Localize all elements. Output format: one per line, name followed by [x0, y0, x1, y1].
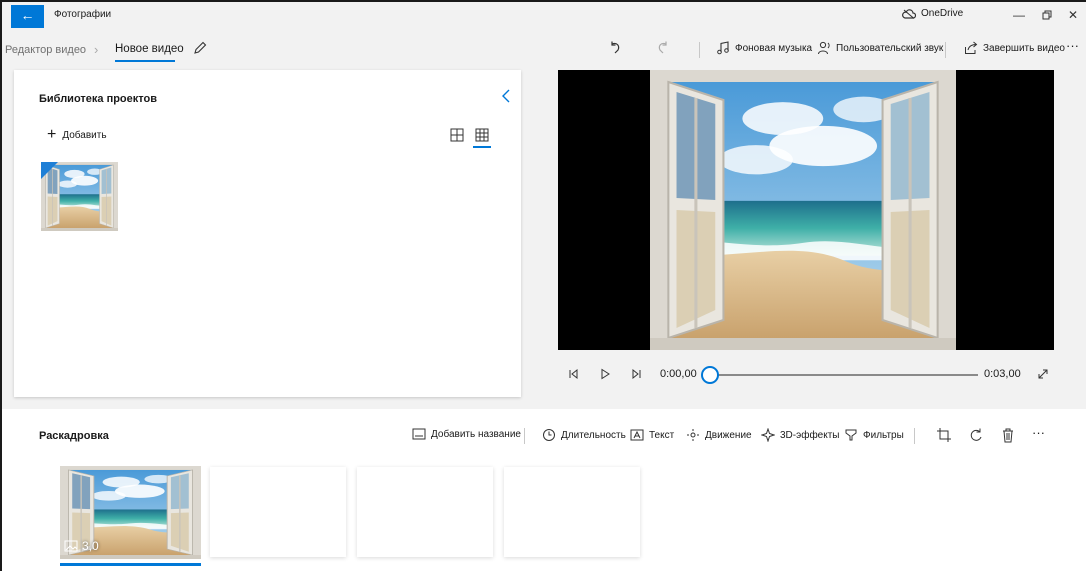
- add-title-card-button[interactable]: Добавить название: [412, 428, 521, 440]
- rotate-icon[interactable]: [968, 427, 984, 443]
- step-back-icon[interactable]: [566, 367, 580, 381]
- seek-thumb[interactable]: [701, 366, 719, 384]
- title-bar: ← Фотографии OneDrive — ✕: [2, 2, 1086, 28]
- music-note-icon: [717, 41, 729, 55]
- app-title: Фотографии: [54, 9, 112, 20]
- 3d-effects-icon: [761, 428, 775, 442]
- custom-audio-icon: [818, 41, 830, 55]
- add-media-label: Добавить: [62, 129, 107, 141]
- more-options-icon[interactable]: ···: [1066, 38, 1079, 53]
- current-time: 0:00,00: [660, 368, 697, 380]
- share-export-icon: [965, 41, 978, 54]
- grid-view-icon[interactable]: [450, 128, 464, 142]
- breadcrumb-chevron-icon: ›: [94, 42, 99, 57]
- motion-label: Движение: [705, 429, 752, 441]
- collapse-chevron-icon[interactable]: [499, 88, 513, 104]
- onedrive-cloud-icon: [902, 8, 916, 19]
- text-label: Текст: [649, 429, 675, 441]
- clip-duration-value: 3,0: [82, 539, 99, 553]
- app-window: ← Фотографии OneDrive — ✕ Редактор видео…: [0, 0, 1086, 571]
- undo-icon[interactable]: [607, 40, 623, 56]
- back-arrow-icon: ←: [20, 7, 35, 23]
- storyboard-empty-slot[interactable]: [210, 467, 346, 557]
- play-icon[interactable]: [598, 367, 612, 381]
- text-icon: [630, 429, 644, 441]
- custom-audio-label: Пользовательский звук: [836, 42, 944, 54]
- delete-trash-icon[interactable]: [1000, 427, 1016, 443]
- toolbar-separator: [699, 42, 700, 58]
- close-button[interactable]: ✕: [1062, 5, 1084, 25]
- finish-video-button[interactable]: Завершить видео: [964, 41, 1065, 55]
- breadcrumb-active-underline: [115, 60, 175, 62]
- storyboard-more-icon[interactable]: ···: [1032, 425, 1045, 440]
- view-active-underline: [473, 146, 491, 148]
- step-forward-icon[interactable]: [630, 367, 644, 381]
- preview-frame-image: [650, 70, 956, 350]
- clock-icon: [543, 429, 555, 441]
- redo-icon[interactable]: [655, 40, 671, 56]
- seek-bar[interactable]: [708, 374, 978, 376]
- back-button[interactable]: ←: [11, 5, 44, 28]
- project-library-panel: Библиотека проектов + Добавить: [14, 70, 521, 397]
- storyboard-empty-slot[interactable]: [357, 467, 493, 557]
- minimize-button[interactable]: —: [1008, 5, 1030, 25]
- storyboard-empty-slot[interactable]: [504, 467, 640, 557]
- 3d-effects-button[interactable]: 3D-эффекты: [761, 428, 840, 442]
- text-button[interactable]: Текст: [630, 428, 674, 442]
- fullscreen-expand-icon[interactable]: [1036, 367, 1050, 381]
- finish-video-label: Завершить видео: [983, 42, 1065, 54]
- filters-icon: [845, 429, 857, 441]
- title-card-icon: [412, 428, 426, 440]
- clip-duration-badge: 3,0: [64, 539, 99, 553]
- image-icon: [64, 540, 78, 552]
- motion-icon: [687, 429, 699, 441]
- 3d-effects-label: 3D-эффекты: [780, 429, 840, 441]
- crop-resize-icon[interactable]: [936, 427, 952, 443]
- storyboard-panel: Раскадровка Добавить название Длительнос…: [2, 409, 1086, 571]
- storyboard-separator: [524, 428, 525, 444]
- clip-selected-underline: [60, 563, 201, 566]
- video-preview[interactable]: [558, 70, 1054, 350]
- library-title: Библиотека проектов: [39, 93, 157, 105]
- toolbar-separator: [945, 42, 946, 58]
- list-view-icon[interactable]: [475, 128, 489, 142]
- motion-button[interactable]: Движение: [686, 428, 752, 442]
- filters-button[interactable]: Фильтры: [844, 428, 904, 442]
- breadcrumb-current: Новое видео: [115, 43, 184, 55]
- onedrive-label: OneDrive: [921, 8, 964, 19]
- filters-label: Фильтры: [863, 429, 904, 441]
- add-media-button[interactable]: + Добавить: [47, 126, 107, 143]
- command-bar: Редактор видео › Новое видео Фоновая муз…: [2, 28, 1086, 70]
- total-time: 0:03,00: [984, 368, 1021, 380]
- restore-icon: [1042, 10, 1052, 20]
- minimize-icon: —: [1013, 8, 1025, 22]
- rename-pencil-icon[interactable]: [192, 40, 208, 56]
- custom-audio-button[interactable]: Пользовательский звук: [817, 41, 943, 55]
- restore-button[interactable]: [1036, 5, 1058, 25]
- onedrive-status[interactable]: OneDrive: [902, 8, 963, 19]
- background-music-label: Фоновая музыка: [735, 42, 813, 54]
- storyboard-title: Раскадровка: [39, 430, 109, 442]
- added-to-project-flag-icon: [41, 162, 58, 179]
- background-music-button[interactable]: Фоновая музыка: [716, 41, 812, 55]
- duration-button[interactable]: Длительность: [542, 428, 626, 442]
- breadcrumb-parent[interactable]: Редактор видео: [5, 44, 86, 56]
- add-title-card-label: Добавить название: [431, 428, 521, 440]
- duration-label: Длительность: [561, 429, 626, 441]
- storyboard-separator: [914, 428, 915, 444]
- plus-icon: +: [47, 126, 57, 143]
- player-controls: 0:00,00 0:03,00: [558, 358, 1054, 392]
- close-icon: ✕: [1067, 8, 1079, 22]
